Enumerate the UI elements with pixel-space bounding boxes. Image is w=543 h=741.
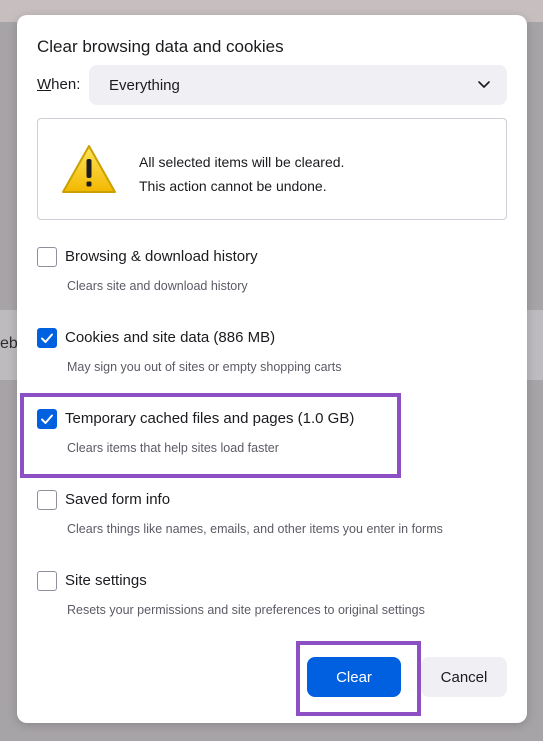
- item-description: Clears things like names, emails, and ot…: [67, 522, 443, 536]
- item-label: Browsing & download history: [65, 248, 258, 265]
- item-label: Temporary cached files and pages (1.0 GB…: [65, 410, 355, 427]
- warning-icon: [62, 145, 116, 193]
- when-label-access-key: W: [37, 76, 52, 93]
- warning-line-1: All selected items will be cleared.: [139, 154, 345, 170]
- warning-text: All selected items will be cleared. This…: [139, 150, 344, 198]
- item-label: Saved form info: [65, 491, 171, 508]
- item-description: Clears items that help sites load faster: [67, 441, 279, 455]
- cancel-button[interactable]: Cancel: [421, 657, 507, 697]
- item-label: Site settings: [65, 572, 147, 589]
- dialog-title: Clear browsing data and cookies: [37, 37, 284, 56]
- checkmark-icon: [41, 414, 53, 424]
- warning-box: All selected items will be cleared. This…: [37, 118, 507, 220]
- warning-line-2: This action cannot be undone.: [139, 178, 327, 194]
- item-label: Cookies and site data (886 MB): [65, 329, 276, 346]
- clear-data-dialog: Clear browsing data and cookies When: Ev…: [17, 15, 527, 723]
- item-description: Resets your permissions and site prefere…: [67, 603, 425, 617]
- checkbox-site-settings[interactable]: [37, 571, 57, 591]
- time-range-value: Everything: [109, 76, 180, 94]
- checkbox-cookies[interactable]: [37, 328, 57, 348]
- time-range-select[interactable]: Everything: [89, 65, 507, 105]
- clear-button[interactable]: Clear: [307, 657, 401, 697]
- checkbox-browsing-history[interactable]: [37, 247, 57, 267]
- chevron-down-icon: [478, 81, 490, 88]
- checkmark-icon: [41, 333, 53, 343]
- background-partial-text: eb: [0, 335, 18, 352]
- item-description: May sign you out of sites or empty shopp…: [67, 360, 342, 374]
- item-description: Clears site and download history: [67, 279, 248, 293]
- when-label-rest: hen:: [51, 76, 81, 93]
- checkbox-cached-files[interactable]: [37, 409, 57, 429]
- when-label: When:: [37, 76, 80, 93]
- checkbox-saved-form-info[interactable]: [37, 490, 57, 510]
